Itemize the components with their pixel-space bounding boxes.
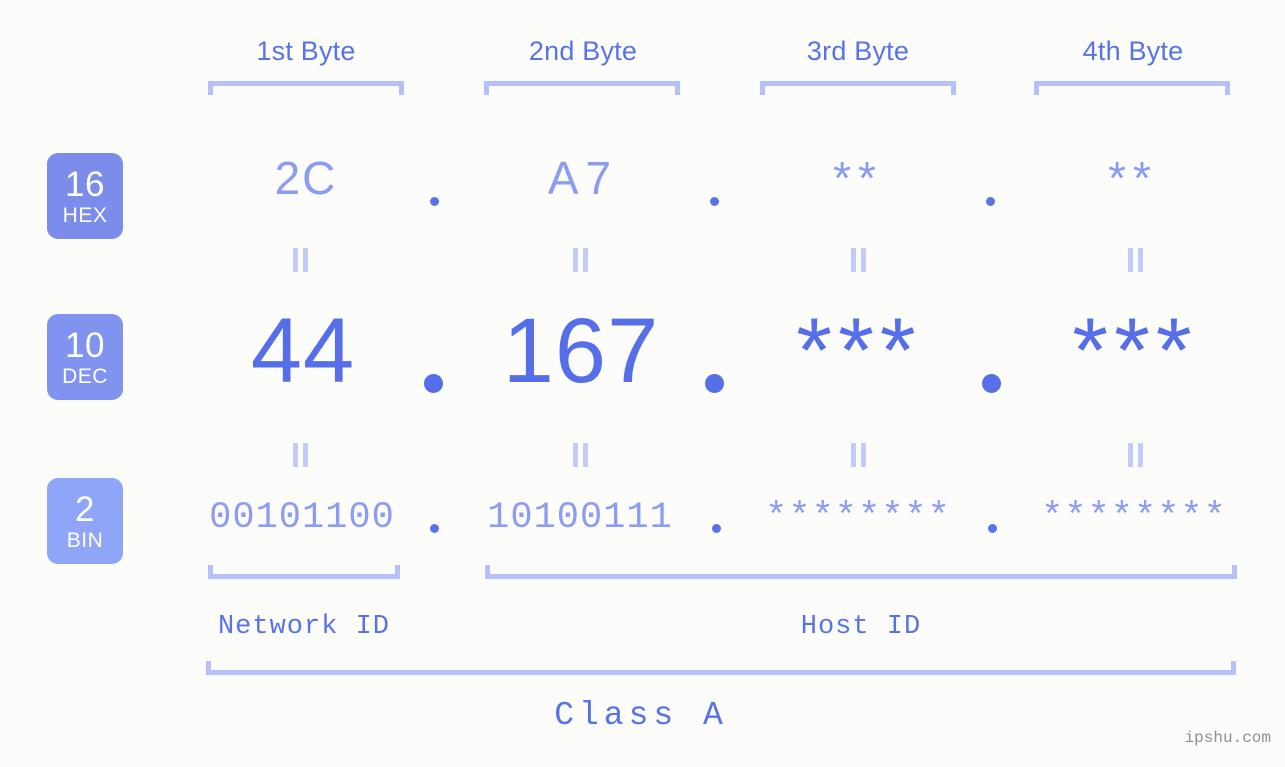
byte-bracket-3 (760, 81, 956, 95)
hex-byte-3: ** (833, 152, 883, 204)
bin-byte-3: ******** (765, 497, 951, 539)
bin-separator-1 (430, 524, 439, 533)
network-id-bracket (208, 565, 400, 579)
base-badge-hex: 16 HEX (47, 153, 123, 239)
hex-separator-3 (986, 197, 995, 206)
equals-connector-hex-dec-2 (572, 248, 590, 272)
equals-connector-hex-dec-3 (850, 248, 868, 272)
hex-byte-1: 2C (274, 152, 338, 204)
base-badge-hex-name: HEX (62, 203, 108, 227)
dec-separator-2 (705, 374, 724, 393)
bin-byte-1: 00101100 (209, 497, 395, 539)
equals-connector-dec-bin-3 (850, 443, 868, 467)
equals-connector-hex-dec-4 (1127, 248, 1145, 272)
byte-header-1: 1st Byte (256, 36, 356, 66)
byte-bracket-1 (208, 81, 404, 95)
base-badge-bin-number: 2 (75, 489, 95, 529)
class-bracket (206, 661, 1236, 675)
bin-separator-2 (712, 524, 721, 533)
base-badge-dec: 10 DEC (47, 314, 123, 400)
base-badge-bin-name: BIN (66, 528, 104, 552)
byte-bracket-4 (1034, 81, 1230, 95)
base-badge-hex-number: 16 (65, 164, 105, 204)
hex-byte-2: A7 (547, 152, 619, 204)
byte-header-2: 2nd Byte (528, 36, 638, 66)
dec-separator-1 (424, 374, 443, 393)
hex-byte-4: ** (1108, 152, 1158, 204)
bin-separator-3 (988, 524, 997, 533)
dec-byte-2: 167 (502, 300, 660, 402)
byte-header-3: 3rd Byte (806, 36, 910, 66)
equals-connector-dec-bin-2 (572, 443, 590, 467)
hex-separator-1 (430, 197, 439, 206)
equals-connector-dec-bin-1 (292, 443, 310, 467)
class-label: Class A (554, 697, 728, 734)
bin-byte-4: ******** (1041, 497, 1227, 539)
base-badge-dec-number: 10 (65, 325, 105, 365)
bin-byte-2: 10100111 (487, 497, 673, 539)
dec-byte-4: *** (1072, 300, 1198, 402)
equals-connector-dec-bin-4 (1127, 443, 1145, 467)
host-id-bracket (485, 565, 1237, 579)
dec-separator-3 (982, 374, 1001, 393)
hex-separator-2 (710, 197, 719, 206)
dec-byte-1: 44 (250, 300, 356, 402)
network-id-label: Network ID (217, 612, 391, 642)
site-watermark: ipshu.com (1184, 729, 1271, 747)
byte-bracket-2 (484, 81, 680, 95)
dec-byte-3: *** (796, 300, 922, 402)
byte-header-4: 4th Byte (1082, 36, 1184, 66)
equals-connector-hex-dec-1 (292, 248, 310, 272)
base-badge-bin: 2 BIN (47, 478, 123, 564)
base-badge-dec-name: DEC (62, 364, 108, 388)
host-id-label: Host ID (800, 612, 922, 642)
ip-byte-breakdown-diagram: 1st Byte 2nd Byte 3rd Byte 4th Byte 16 H… (0, 0, 1285, 767)
